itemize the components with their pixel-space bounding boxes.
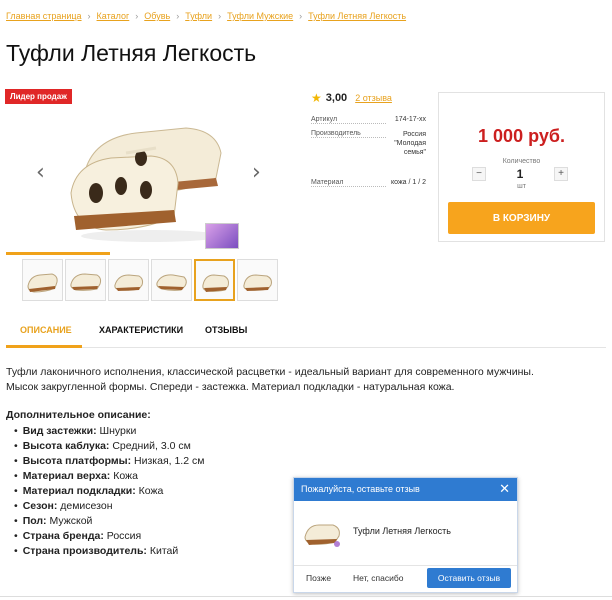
tab-characteristics[interactable]: ХАРАКТЕРИСТИКИ [99, 325, 183, 335]
thumbnail-image[interactable] [151, 259, 192, 301]
list-item: Вид застежки: Шнурки [14, 424, 204, 439]
additional-description-title: Дополнительное описание: [6, 409, 151, 421]
no-thanks-button[interactable]: Нет, спасибо [353, 573, 403, 583]
breadcrumb-mens[interactable]: Туфли Мужские [227, 11, 293, 21]
popup-product-name: Туфли Летняя Легкость [353, 526, 451, 536]
feature-key: Высота платформы: [22, 455, 132, 467]
feature-value: Средний, 3.0 см [112, 440, 191, 452]
feature-value: демисезон [60, 500, 113, 512]
quantity-label: Количество [502, 158, 541, 165]
buy-box: 1 000 руб. Количество − 1 + шт В КОРЗИНУ [438, 92, 605, 242]
popup-header: Пожалуйста, оставьте отзыв ✕ [294, 478, 517, 501]
star-icon: ★ [311, 91, 322, 105]
property-value: Россия "Молодая семья" [394, 131, 426, 156]
features-list: Вид застежки: Шнурки Высота каблука: Сре… [14, 424, 205, 559]
leave-review-button[interactable]: Оставить отзыв [427, 568, 511, 588]
close-icon[interactable]: ✕ [499, 478, 510, 501]
product-description: Туфли лаконичного исполнения, классическ… [6, 366, 534, 393]
later-button[interactable]: Позже [306, 573, 331, 583]
property-row: Материал кожа / 1 / 2 [311, 179, 426, 187]
list-item: Материал подкладки: Кожа [14, 484, 204, 499]
brand-logo-thumbnail [205, 223, 239, 249]
product-price: 1 000 руб. [478, 126, 565, 146]
list-item: Сезон: демисезон [14, 499, 204, 514]
feature-value: Россия [106, 530, 142, 542]
list-item: Высота платформы: Низкая, 1.2 см [14, 454, 205, 469]
popup-product-image [303, 517, 343, 554]
breadcrumb-current[interactable]: Туфли Летняя Легкость [308, 11, 406, 21]
thumbnail-image-active[interactable] [194, 259, 235, 301]
quantity-value[interactable]: 1 [517, 167, 524, 181]
thumbnail-strip [22, 259, 278, 301]
divider [294, 565, 517, 566]
feature-key: Сезон: [22, 500, 58, 512]
breadcrumb-separator: › [176, 11, 180, 21]
feature-value: Низкая, 1.2 см [134, 455, 205, 467]
page-title: Туфли Летняя Легкость [6, 40, 257, 66]
thumbnail-image[interactable] [65, 259, 106, 301]
property-value: 174-17-хх [394, 116, 426, 123]
property-key: Производитель [311, 130, 386, 138]
tab-reviews[interactable]: ОТЗЫВЫ [205, 325, 247, 335]
breadcrumb-shoes[interactable]: Обувь [144, 11, 170, 21]
add-to-cart-button[interactable]: В КОРЗИНУ [448, 202, 595, 234]
popup-title: Пожалуйста, оставьте отзыв [301, 484, 420, 494]
thumbnail-image[interactable] [108, 259, 149, 301]
active-tab-indicator [6, 345, 82, 348]
quantity-increase-button[interactable]: + [554, 167, 568, 181]
property-row: Артикул 174-17-хх [311, 116, 426, 124]
list-item: Страна бренда: Россия [14, 529, 204, 544]
chevron-left-icon[interactable]: ‹ [36, 160, 45, 185]
feature-key: Пол: [22, 515, 47, 527]
quantity-unit: шт [517, 183, 526, 190]
breadcrumb-separator: › [87, 11, 91, 21]
quantity-stepper: − 1 + [472, 167, 568, 181]
list-item: Пол: Мужской [14, 514, 204, 529]
breadcrumb-separator: › [218, 11, 222, 21]
feature-key: Страна производитель: [22, 545, 147, 557]
feature-key: Вид застежки: [22, 425, 97, 437]
quantity-decrease-button[interactable]: − [472, 167, 486, 181]
property-row: Производитель Россия "Молодая семья" [311, 130, 426, 157]
list-item: Страна производитель: Китай [14, 544, 204, 559]
divider [0, 596, 612, 597]
property-value: кожа / 1 / 2 [391, 179, 426, 186]
feature-key: Страна бренда: [22, 530, 104, 542]
breadcrumb: Главная страница › Каталог › Обувь › Туфли ›… [6, 11, 406, 21]
feature-value: Шнурки [99, 425, 137, 437]
feature-value: Кожа [113, 470, 138, 482]
product-rating: ★ 3,00 2 отзыва [311, 91, 392, 105]
product-properties: Артикул 174-17-хх Производитель Россия "Мо… [311, 116, 426, 193]
rating-value: 3,00 [325, 92, 348, 104]
property-key: Материал [311, 179, 386, 187]
feature-value: Китай [149, 545, 179, 557]
list-item: Материал верха: Кожа [14, 469, 204, 484]
review-popup: Пожалуйста, оставьте отзыв ✕ Туфли Летня… [293, 477, 518, 593]
thumbnail-image[interactable] [237, 259, 278, 301]
reviews-link[interactable]: 2 отзыва [355, 93, 392, 103]
breadcrumb-separator: › [135, 11, 139, 21]
feature-key: Высота каблука: [22, 440, 110, 452]
tab-description[interactable]: ОПИСАНИЕ [20, 325, 72, 335]
list-item: Высота каблука: Средний, 3.0 см [14, 439, 204, 454]
thumbnail-image[interactable] [22, 259, 63, 301]
breadcrumb-catalog[interactable]: Каталог [97, 11, 130, 21]
gallery-progress-bar [6, 252, 110, 255]
bestseller-badge: Лидер продаж [5, 89, 72, 104]
breadcrumb-separator: › [299, 11, 303, 21]
breadcrumb-tufli[interactable]: Туфли [185, 11, 212, 21]
breadcrumb-home[interactable]: Главная страница [6, 11, 82, 21]
feature-key: Материал подкладки: [22, 485, 136, 497]
feature-value: Кожа [138, 485, 164, 497]
feature-value: Мужской [49, 515, 93, 527]
product-tabs: ОПИСАНИЕ ХАРАКТЕРИСТИКИ ОТЗЫВЫ [6, 316, 606, 348]
property-key: Артикул [311, 116, 386, 124]
chevron-right-icon[interactable]: › [252, 160, 261, 185]
feature-key: Материал верха: [22, 470, 111, 482]
